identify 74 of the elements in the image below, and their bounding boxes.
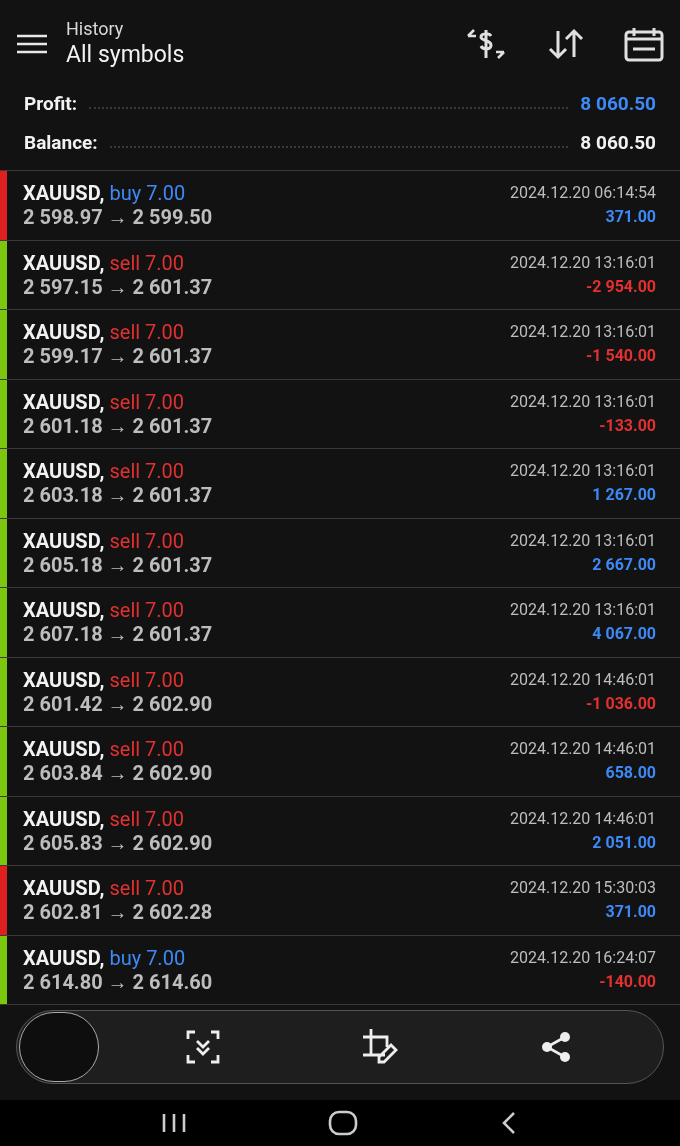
price-text: 2 598.97 → 2 599.50 [23,205,213,230]
profit-value: -1 036.00 [586,692,656,715]
home-icon[interactable] [328,1110,358,1136]
deal-time: 2024.12.20 14:46:01 [509,668,656,691]
deal-time: 2024.12.20 14:46:01 [509,807,656,830]
menu-icon[interactable] [16,33,48,55]
symbol-text: XAUUSD, [23,181,105,206]
symbol-text: XAUUSD, [23,459,105,484]
summary-label: Profit: [24,91,77,117]
sort-icon[interactable] [546,27,586,61]
share-icon[interactable] [539,1030,573,1064]
deal-type-text: sell 7.00 [109,667,185,692]
profit-value: 2 051.00 [592,831,656,854]
deal-type-text: sell 7.00 [109,528,185,553]
deal-type-text: sell 7.00 [109,737,185,762]
deal-time: 2024.12.20 13:16:01 [509,460,656,483]
deal-type-text: buy 7.00 [109,945,186,970]
scroll-capture-icon[interactable] [185,1029,221,1065]
deal-time: 2024.12.20 13:16:01 [509,529,656,552]
header-subtitle: History [66,18,125,40]
price-text: 2 607.18 → 2 601.37 [23,622,213,647]
circle-thumbnail[interactable] [19,1012,99,1082]
symbol-text: XAUUSD, [23,320,105,345]
profit-value: 371.00 [605,206,656,229]
deal-time: 2024.12.20 13:16:01 [509,251,656,274]
price-text: 2 601.18 → 2 601.37 [23,413,213,438]
summary-label: Balance: [24,129,98,156]
profit-value: 1 267.00 [592,484,656,507]
price-text: 2 599.17 → 2 601.37 [23,344,213,369]
deal-time: 2024.12.20 15:30:03 [509,877,656,900]
symbol-text: XAUUSD, [23,667,105,692]
calendar-icon[interactable] [624,26,664,62]
symbol-text: XAUUSD, [23,806,105,831]
deal-time: 2024.12.20 13:16:01 [509,390,656,413]
price-text: 2 602.81 → 2 602.28 [23,900,213,925]
symbol-text: XAUUSD, [23,876,105,901]
profit-value: -1 540.00 [586,345,656,368]
symbol-text: XAUUSD, [23,945,105,970]
deal-time: 2024.12.20 06:14:54 [509,182,656,205]
profit-value: 4 067.00 [592,623,656,646]
deal-type-text: sell 7.00 [109,806,185,831]
profit-value: -140.00 [599,970,656,993]
symbol-text: XAUUSD, [23,250,105,275]
deal-type-text: sell 7.00 [109,598,185,623]
deal-type-text: sell 7.00 [109,876,185,901]
deal-time: 2024.12.20 13:16:01 [509,321,656,344]
profit-value: -2 954.00 [586,275,656,298]
summary-value: 8 060.50 [580,91,656,117]
price-text: 2 597.15 → 2 601.37 [23,274,213,299]
price-text: 2 603.84 → 2 602.90 [23,761,213,786]
recent-apps-icon[interactable] [160,1112,187,1134]
deal-type-text: sell 7.00 [109,459,185,484]
price-text: 2 605.18 → 2 601.37 [23,552,213,577]
deal-type-text: buy 7.00 [109,181,186,206]
price-text: 2 603.18 → 2 601.37 [23,483,213,508]
summary-value: 8 060.50 [580,129,656,156]
symbol-text: XAUUSD, [23,598,105,623]
deal-time: 2024.12.20 16:24:07 [509,946,656,969]
profit-value: -133.00 [599,414,656,437]
deal-type-text: sell 7.00 [109,389,185,414]
header-title: All symbols [66,40,185,70]
deal-time: 2024.12.20 14:46:01 [509,738,656,761]
price-text: 2 614.80 → 2 614.60 [23,969,213,994]
symbol-text: XAUUSD, [23,737,105,762]
profit-value: 2 667.00 [592,553,656,576]
price-text: 2 601.42 → 2 602.90 [23,691,213,716]
profit-value: 371.00 [605,901,656,924]
deal-type-text: sell 7.00 [109,250,185,275]
symbol-text: XAUUSD, [23,389,105,414]
deal-time: 2024.12.20 13:16:01 [509,599,656,622]
deal-type-text: sell 7.00 [109,320,185,345]
price-text: 2 605.83 → 2 602.90 [23,830,213,855]
symbol-text: XAUUSD, [23,528,105,553]
profit-value: 658.00 [605,762,656,785]
